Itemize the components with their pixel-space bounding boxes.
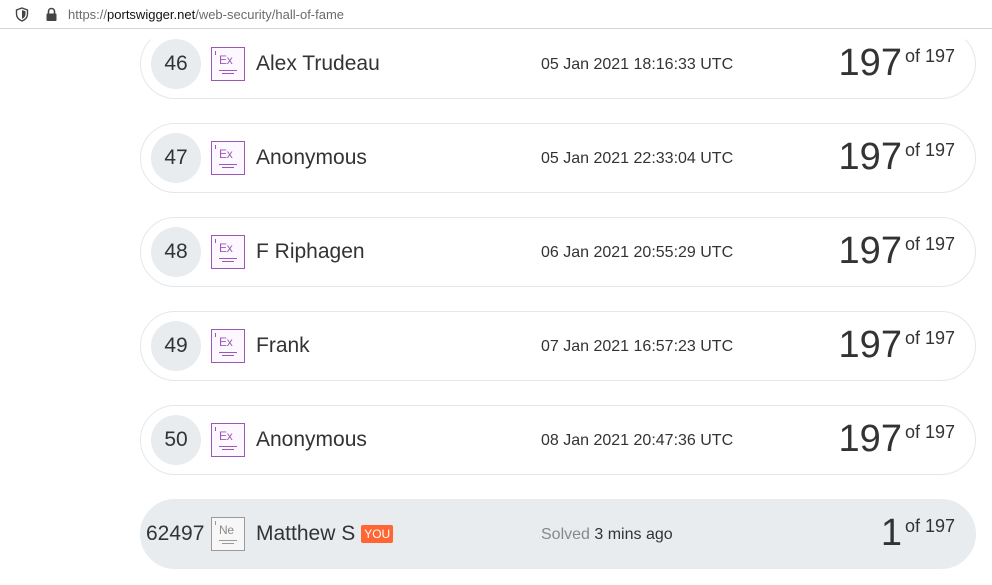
score-total: of 197: [904, 422, 955, 442]
level-abbreviation: Ne: [219, 523, 234, 537]
score-value: 197: [838, 230, 902, 272]
expert-level-icon: Ex: [211, 47, 245, 81]
rank-badge: 47: [151, 133, 201, 183]
you-badge: YOU: [361, 525, 394, 543]
score: 197 of 197: [839, 41, 955, 85]
expert-level-icon: Ex: [211, 423, 245, 457]
score-total: of 197: [904, 516, 955, 536]
solved-label: Solved: [541, 526, 590, 543]
url-scheme: https://: [68, 7, 108, 22]
novice-level-icon: Ne: [211, 517, 245, 551]
completion-date: 06 Jan 2021 20:55:29 UTC: [541, 244, 734, 261]
address-bar[interactable]: https://portswigger.net/web-security/hal…: [0, 0, 992, 29]
rank-badge: 48: [151, 227, 201, 277]
score-value: 197: [838, 136, 902, 178]
score-value: 1: [880, 512, 902, 554]
level-abbreviation: Ex: [219, 429, 233, 443]
hall-of-fame-row: 46 Ex Alex Trudeau 05 Jan 2021 18:16:33 …: [140, 29, 976, 99]
shield-icon[interactable]: [15, 7, 29, 22]
rank-badge: 49: [151, 321, 201, 371]
level-abbreviation: Ex: [219, 53, 233, 67]
user-name: F Riphagen: [256, 240, 365, 263]
current-user-row: 62497 Ne Matthew S YOU Solved 3 mins ago …: [140, 499, 976, 569]
score: 197 of 197: [839, 417, 955, 461]
url-host: portswigger.net: [107, 7, 196, 22]
user-name: Alex Trudeau: [256, 52, 380, 75]
solved-status: Solved 3 mins ago: [541, 526, 673, 544]
level-abbreviation: Ex: [219, 335, 233, 349]
user-name: Anonymous: [256, 146, 367, 169]
completion-date: 08 Jan 2021 20:47:36 UTC: [541, 432, 734, 449]
hall-of-fame-row: 50 Ex Anonymous 08 Jan 2021 20:47:36 UTC…: [140, 405, 976, 475]
expert-level-icon: Ex: [211, 141, 245, 175]
user-name: Matthew S YOU: [256, 522, 394, 546]
hall-of-fame-row: 48 Ex F Riphagen 06 Jan 2021 20:55:29 UT…: [140, 217, 976, 287]
hall-of-fame-row: 49 Ex Frank 07 Jan 2021 16:57:23 UTC 197…: [140, 311, 976, 381]
completion-date: 07 Jan 2021 16:57:23 UTC: [541, 338, 734, 355]
score-total: of 197: [904, 234, 955, 254]
score-value: 197: [838, 418, 902, 460]
url-path: /web-security/hall-of-fame: [195, 7, 345, 22]
url-text[interactable]: https://portswigger.net/web-security/hal…: [68, 7, 344, 22]
score: 1 of 197: [881, 511, 955, 555]
completion-date: 05 Jan 2021 18:16:33 UTC: [541, 56, 734, 73]
user-name: Anonymous: [256, 428, 367, 451]
rank-badge: 62497: [146, 522, 205, 545]
score-total: of 197: [904, 140, 955, 160]
score-total: of 197: [904, 328, 955, 348]
solved-time: 3 mins ago: [594, 526, 673, 543]
level-abbreviation: Ex: [219, 147, 233, 161]
expert-level-icon: Ex: [211, 329, 245, 363]
user-name-text: Matthew S: [256, 522, 356, 545]
score: 197 of 197: [839, 323, 955, 367]
score-value: 197: [838, 324, 902, 366]
completion-date: 05 Jan 2021 22:33:04 UTC: [541, 150, 734, 167]
score-total: of 197: [904, 46, 955, 66]
rank-badge: 46: [151, 39, 201, 89]
rank-badge: 50: [151, 415, 201, 465]
expert-level-icon: Ex: [211, 235, 245, 269]
lock-icon[interactable]: [45, 7, 58, 22]
score-value: 197: [838, 42, 902, 84]
level-abbreviation: Ex: [219, 241, 233, 255]
score: 197 of 197: [839, 135, 955, 179]
score: 197 of 197: [839, 229, 955, 273]
hall-of-fame-row: 47 Ex Anonymous 05 Jan 2021 22:33:04 UTC…: [140, 123, 976, 193]
user-name: Frank: [256, 334, 310, 357]
